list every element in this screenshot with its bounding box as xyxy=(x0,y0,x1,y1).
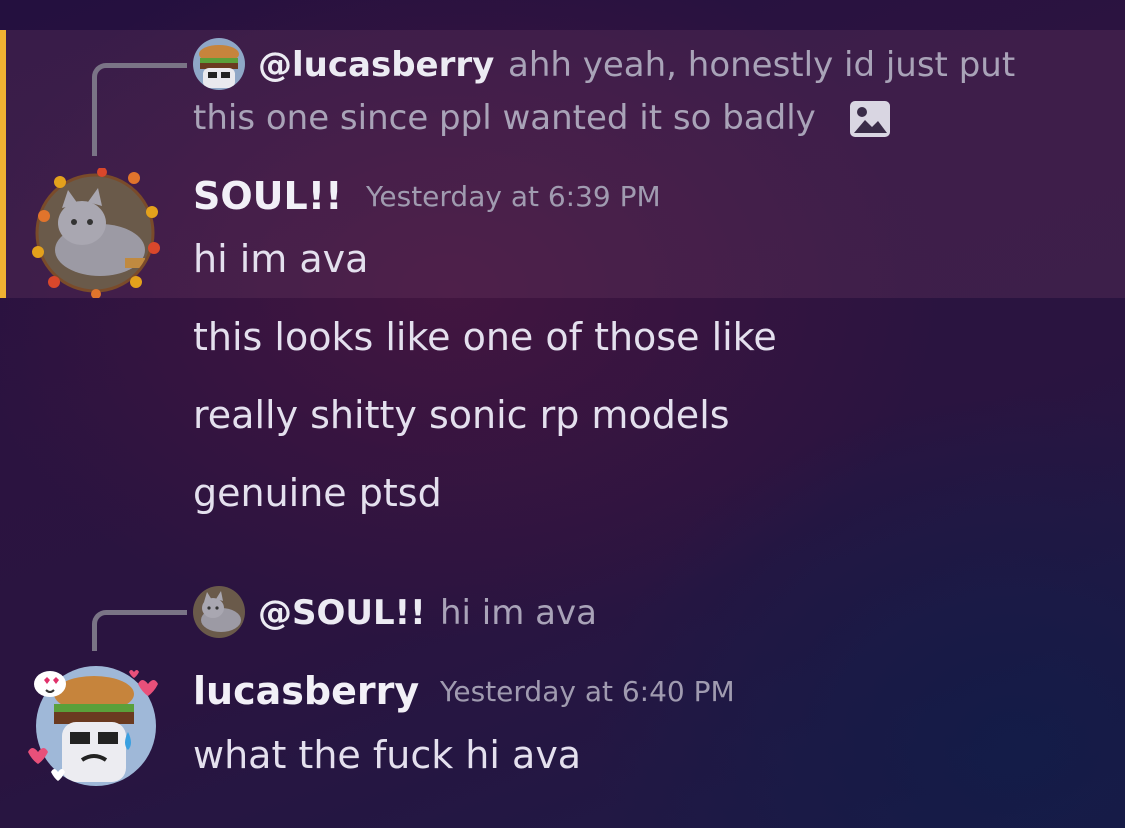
message-line: genuine ptsd xyxy=(193,471,442,515)
message-line: this looks like one of those like xyxy=(193,315,777,359)
message-line: really shitty sonic rp models xyxy=(193,393,730,437)
message-line: hi im ava xyxy=(193,237,369,281)
reply-avatar[interactable] xyxy=(193,38,245,90)
mention-highlight-bar xyxy=(0,30,6,298)
author-avatar-soul[interactable] xyxy=(30,167,160,299)
message-timestamp: Yesterday at 6:40 PM xyxy=(440,675,735,708)
reply-preview-continued[interactable]: this one since ppl wanted it so badly xyxy=(193,101,816,135)
image-icon xyxy=(850,101,890,137)
message-line: what the fuck hi ava xyxy=(193,733,582,777)
reply-connector xyxy=(92,610,187,651)
burger-avatar-icon xyxy=(28,666,158,786)
reply-mention[interactable]: @SOUL!! xyxy=(258,596,426,630)
message-timestamp: Yesterday at 6:39 PM xyxy=(366,180,661,213)
reply-connector xyxy=(92,63,187,156)
reply-mention[interactable]: @lucasberry xyxy=(258,48,494,82)
reply-preview[interactable]: ahh yeah, honestly id just put xyxy=(508,48,1015,82)
cat-plush-avatar-icon xyxy=(32,167,160,299)
reply-preview[interactable]: hi im ava xyxy=(440,596,597,630)
author-name[interactable]: SOUL!! xyxy=(193,177,342,215)
cat-plush-avatar-icon xyxy=(193,586,245,638)
burger-avatar-icon xyxy=(193,38,245,90)
author-name[interactable]: lucasberry xyxy=(193,672,419,710)
reply-avatar[interactable] xyxy=(193,586,245,638)
author-avatar-lucasberry[interactable] xyxy=(28,660,168,790)
